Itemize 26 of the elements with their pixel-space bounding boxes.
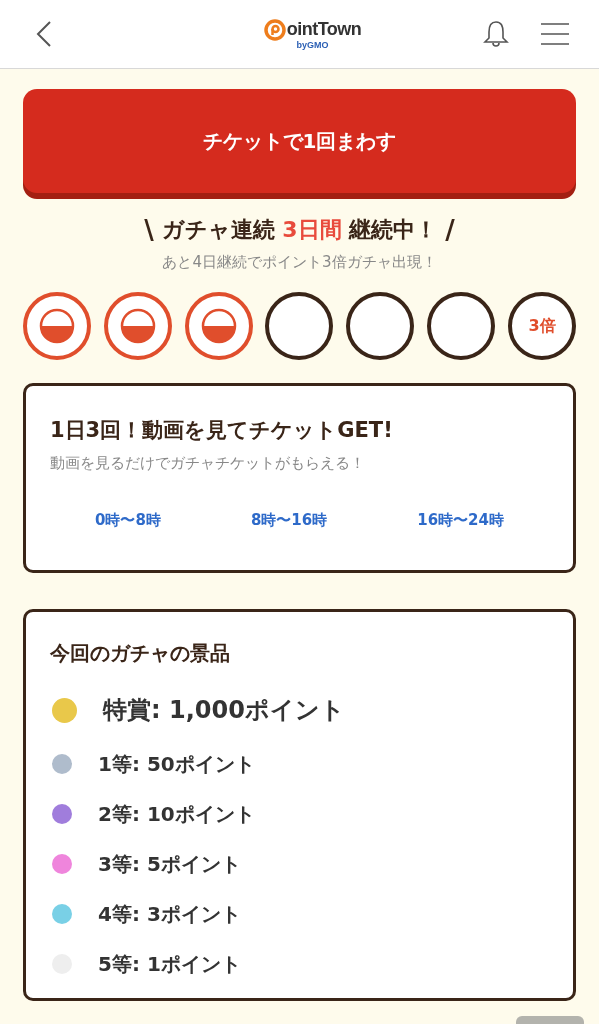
video-card-subtitle: 動画を見るだけでガチャチケットがもらえる！ xyxy=(50,454,366,473)
prize-label: 5等: 1ポイント xyxy=(98,950,241,978)
prize-label: 4等: 3ポイント xyxy=(98,900,241,928)
capsule-icon xyxy=(200,308,237,344)
logo-text: ointTown xyxy=(286,19,362,40)
bell-icon[interactable] xyxy=(483,20,509,48)
streak-note: あと4日継続でポイント3倍ガチャ出現！ xyxy=(161,253,438,272)
slash-mark: / xyxy=(445,215,455,245)
prizes-title: 今回のガチャの景品 xyxy=(50,640,231,667)
logo-subtext: byGMO xyxy=(296,39,329,50)
bonus-label: 3倍 xyxy=(528,315,556,337)
streak-headline: ガチャ連続 3日間 継続中！ xyxy=(161,216,438,244)
prize-label: 特賞: 1,000ポイント xyxy=(103,695,345,726)
logo-mark-icon xyxy=(263,18,286,41)
video-card-title: 1日3回！動画を見てチケットGET! xyxy=(50,417,394,444)
prize-label: 3等: 5ポイント xyxy=(98,850,241,878)
prize-label: 2等: 10ポイント xyxy=(98,800,255,828)
prize-label: 1等: 50ポイント xyxy=(98,750,255,778)
slash-mark: \ xyxy=(144,215,154,245)
capsule-icon xyxy=(39,308,75,344)
time-slot-link[interactable]: 0時〜8時 xyxy=(95,511,161,530)
time-slot-link[interactable]: 16時〜24時 xyxy=(417,511,504,530)
time-slot-link[interactable]: 8時〜16時 xyxy=(250,511,328,530)
menu-icon[interactable] xyxy=(541,23,569,45)
back-icon[interactable] xyxy=(36,21,52,47)
capsule-icon xyxy=(119,308,156,344)
